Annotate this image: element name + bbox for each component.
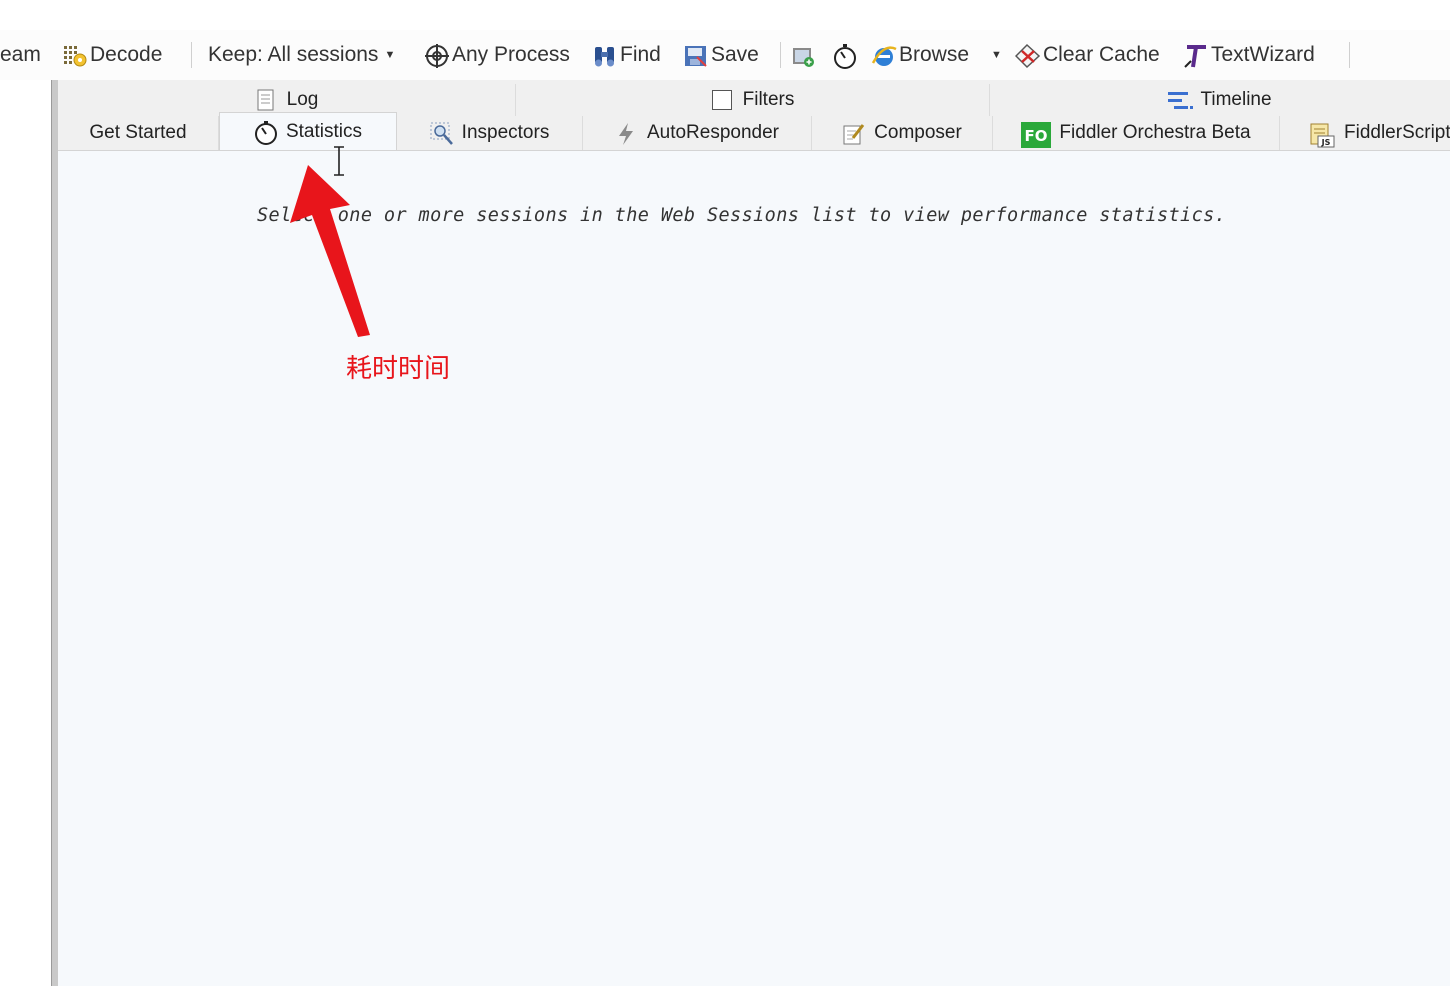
timeline-icon bbox=[1168, 89, 1194, 111]
tab-get-started-label: Get Started bbox=[89, 122, 187, 143]
stream-label: eam bbox=[0, 43, 41, 66]
statistics-hint-text: Select one or more sessions in the Web S… bbox=[257, 205, 1227, 226]
browse-button[interactable]: Browse ▼ bbox=[871, 40, 1002, 70]
any-process-button[interactable]: Any Process bbox=[424, 40, 570, 70]
tab-composer[interactable]: Composer bbox=[812, 116, 993, 150]
lightning-icon bbox=[615, 122, 637, 145]
find-label: Find bbox=[620, 43, 661, 66]
keep-sessions-label: Keep: All sessions bbox=[208, 43, 379, 66]
stream-button[interactable]: eam bbox=[0, 40, 41, 70]
textwizard-button[interactable]: TextWizard bbox=[1183, 40, 1315, 70]
tab-get-started[interactable]: Get Started bbox=[58, 116, 219, 150]
save-button[interactable]: Save bbox=[683, 40, 759, 70]
clear-cache-icon bbox=[1014, 43, 1041, 69]
stopwatch-icon bbox=[832, 43, 856, 69]
tab-filters[interactable]: Filters bbox=[516, 84, 990, 116]
toolbar-separator bbox=[780, 42, 781, 68]
sessions-panel-edge bbox=[0, 80, 51, 986]
tab-inspectors[interactable]: Inspectors bbox=[397, 116, 583, 150]
main-toolbar: eam Decode Keep: All sessions ▼ Any Proc… bbox=[0, 30, 1450, 80]
inspector-icon bbox=[430, 122, 453, 145]
decode-icon bbox=[62, 43, 87, 67]
camera-icon bbox=[790, 43, 814, 67]
any-process-label: Any Process bbox=[452, 43, 570, 66]
toolbar-separator bbox=[1349, 42, 1350, 68]
ie-browser-icon bbox=[871, 43, 897, 67]
save-label: Save bbox=[711, 43, 759, 66]
caret-down-icon[interactable]: ▼ bbox=[991, 49, 1002, 61]
statistics-panel bbox=[58, 150, 1450, 986]
screenshot-button[interactable] bbox=[790, 40, 818, 70]
textwizard-icon bbox=[1183, 43, 1207, 68]
tab-inspectors-label: Inspectors bbox=[461, 122, 550, 143]
clear-cache-button[interactable]: Clear Cache bbox=[1014, 40, 1160, 70]
tab-filters-label: Filters bbox=[742, 89, 795, 110]
composer-icon bbox=[842, 122, 865, 145]
tab-fiddlerscript[interactable]: JS FiddlerScript bbox=[1280, 116, 1450, 150]
tab-log-label: Log bbox=[286, 89, 319, 110]
checkbox-icon[interactable] bbox=[711, 89, 733, 111]
save-icon bbox=[683, 43, 707, 67]
tab-fiddlerscript-label: FiddlerScript bbox=[1344, 122, 1450, 143]
stopwatch-icon bbox=[254, 121, 277, 145]
splitter[interactable] bbox=[51, 80, 58, 986]
tab-autoresponder-label: AutoResponder bbox=[646, 122, 780, 143]
annotation-arrow-icon bbox=[290, 165, 370, 337]
tab-timeline-label: Timeline bbox=[1200, 89, 1272, 110]
tab-composer-label: Composer bbox=[874, 122, 962, 143]
tab-fiddler-orchestra[interactable]: FO Fiddler Orchestra Beta bbox=[993, 116, 1280, 150]
annotation-label: 耗时时间 bbox=[346, 354, 451, 384]
crosshair-icon bbox=[424, 43, 449, 68]
tab-statistics[interactable]: Statistics bbox=[219, 112, 397, 151]
timer-button[interactable] bbox=[832, 40, 860, 70]
caret-down-icon: ▼ bbox=[384, 49, 396, 61]
log-icon bbox=[255, 89, 277, 111]
decode-button[interactable]: Decode bbox=[62, 40, 162, 70]
tab-fiddler-orchestra-label: Fiddler Orchestra Beta bbox=[1059, 122, 1251, 143]
js-badge-text: JS bbox=[1321, 138, 1331, 147]
keep-sessions-dropdown[interactable]: Keep: All sessions ▼ bbox=[208, 40, 395, 70]
toolbar-separator bbox=[191, 42, 192, 68]
binoculars-icon bbox=[592, 43, 616, 67]
decode-label: Decode bbox=[90, 43, 163, 66]
clear-cache-label: Clear Cache bbox=[1043, 43, 1160, 66]
browse-label: Browse bbox=[899, 43, 970, 66]
textwizard-label: TextWizard bbox=[1211, 43, 1315, 66]
tab-autoresponder[interactable]: AutoResponder bbox=[583, 116, 812, 150]
tab-statistics-label: Statistics bbox=[285, 121, 363, 142]
script-icon: JS bbox=[1308, 122, 1336, 148]
fo-icon: FO bbox=[1021, 122, 1052, 148]
fo-badge-text: FO bbox=[1025, 127, 1048, 145]
find-button[interactable]: Find bbox=[592, 40, 661, 70]
tab-timeline[interactable]: Timeline bbox=[990, 84, 1450, 116]
